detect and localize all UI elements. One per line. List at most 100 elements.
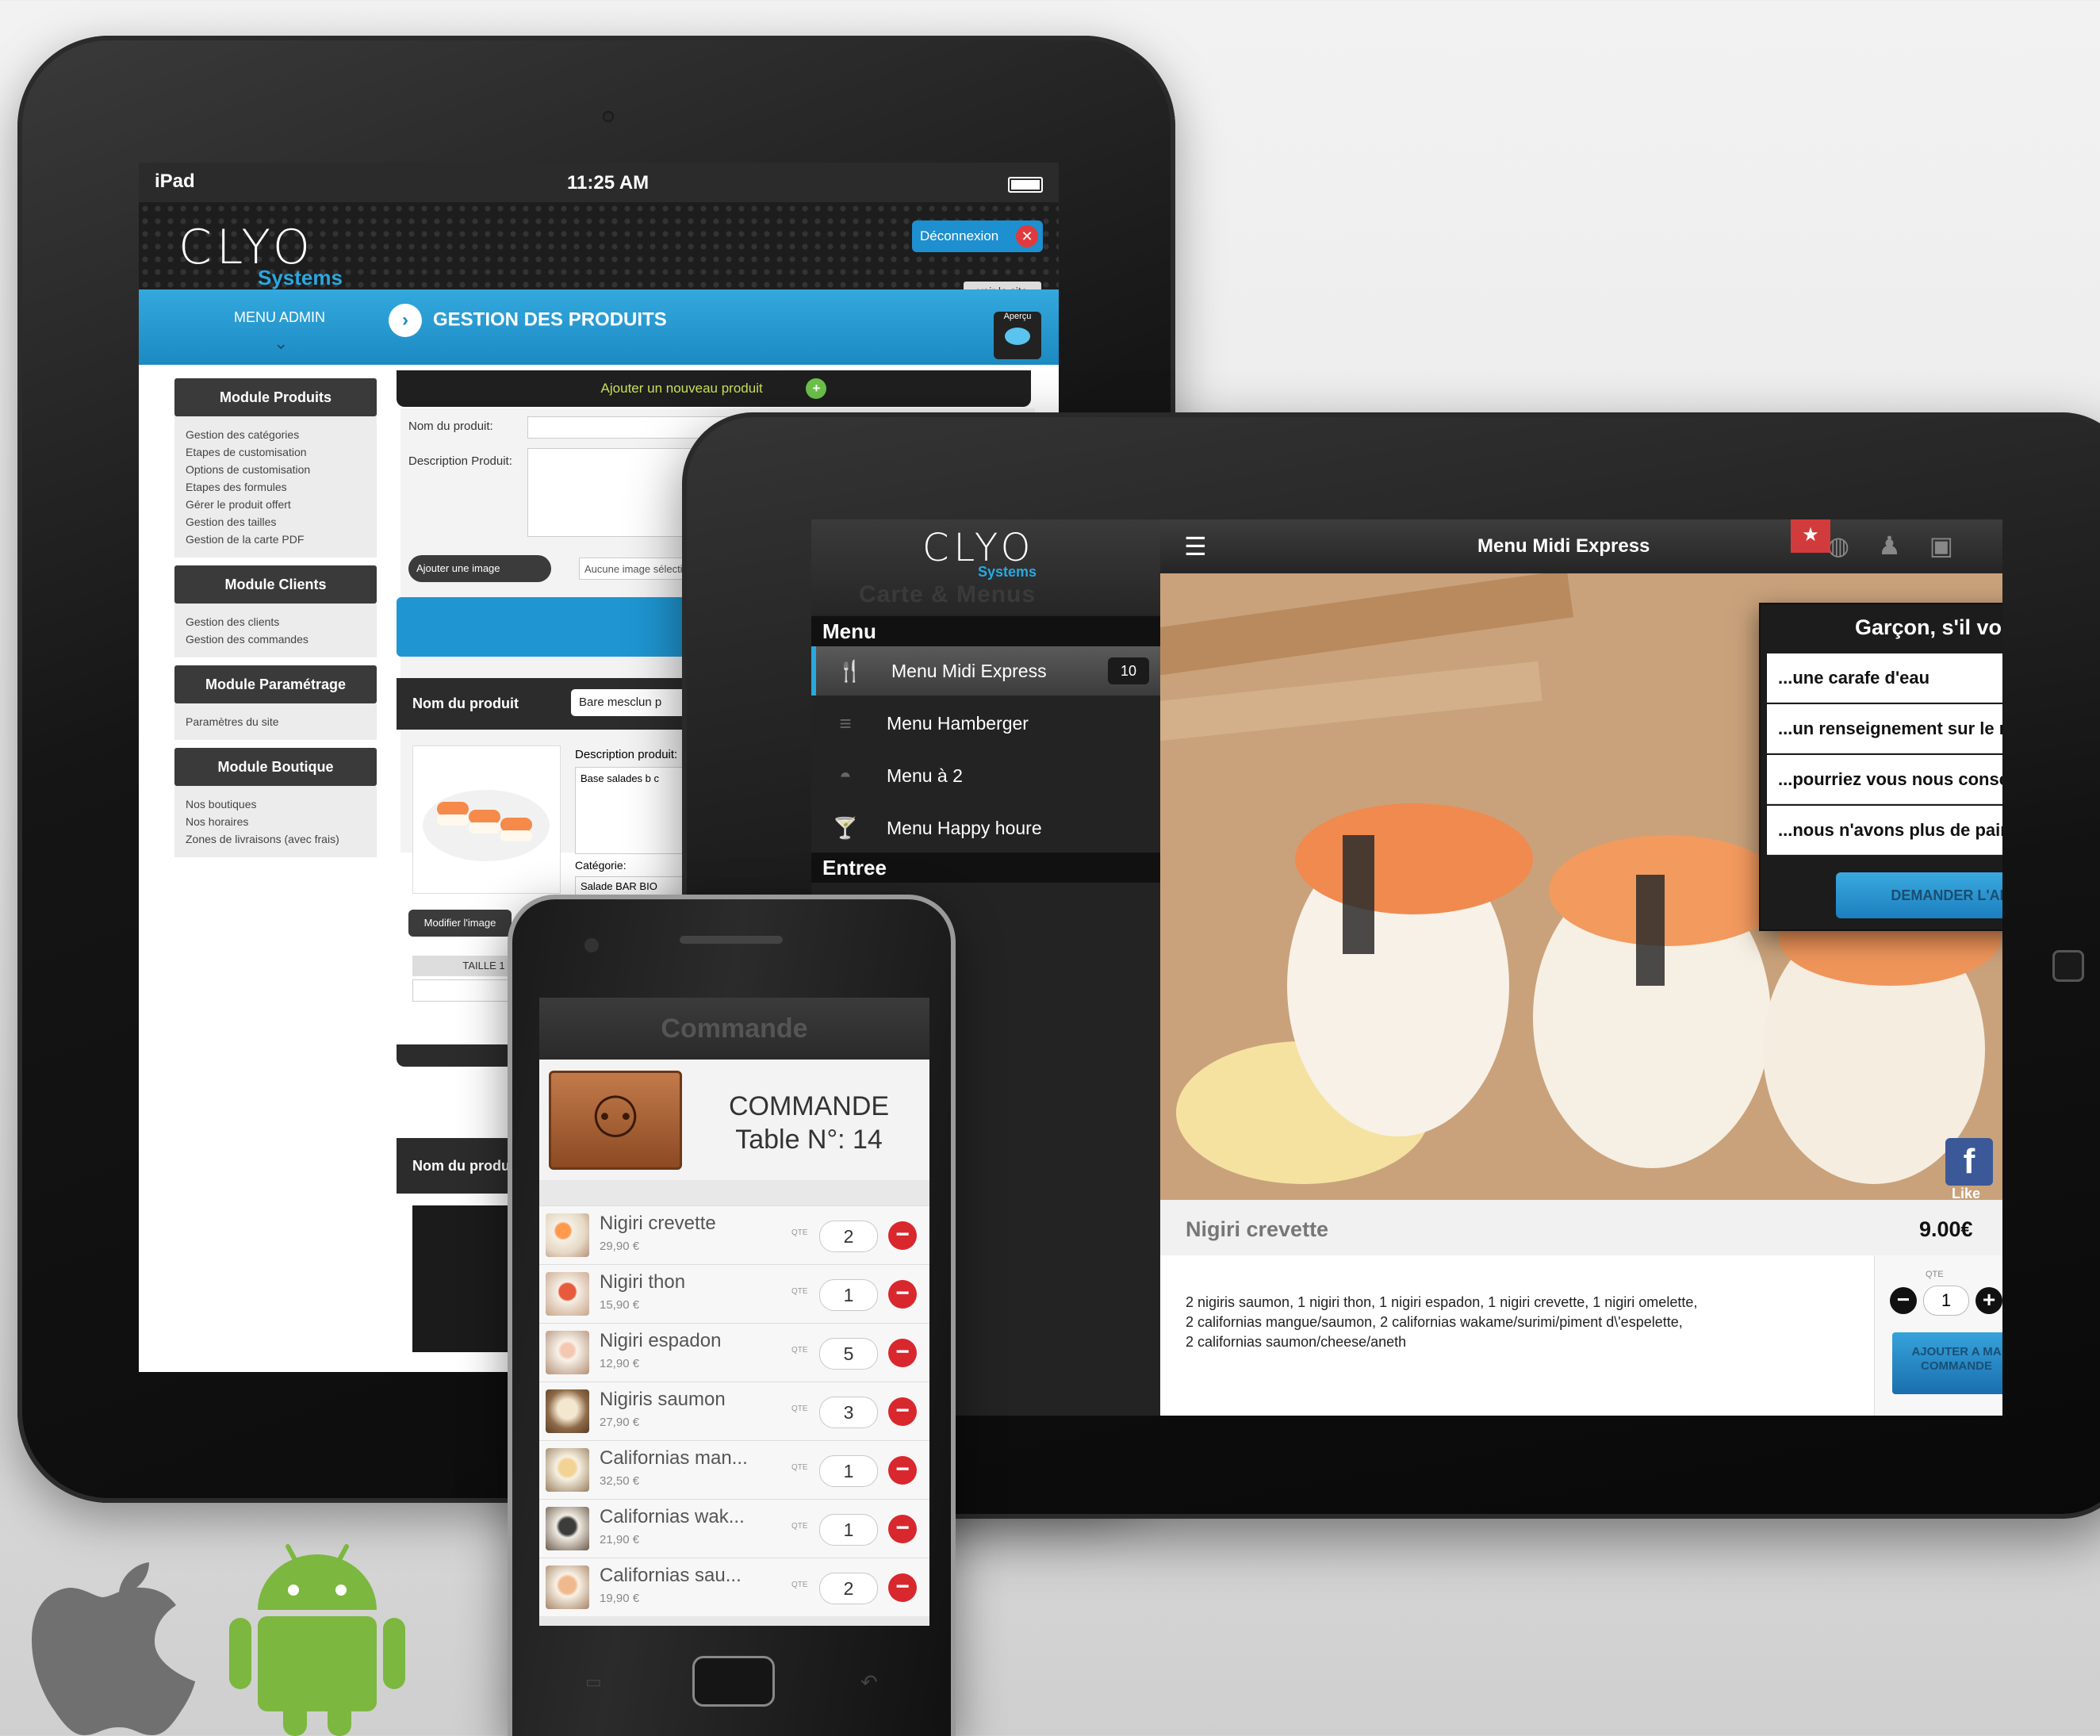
quantity-field[interactable]: 3 xyxy=(819,1397,878,1428)
sidebar-link[interactable]: Etapes des formules xyxy=(186,478,366,496)
menu-item-label: Menu Hamberger xyxy=(887,713,1029,734)
sidebar-link[interactable]: Gestion des catégories xyxy=(186,426,366,443)
quantity-field[interactable]: 1 xyxy=(819,1279,878,1311)
remove-icon[interactable]: − xyxy=(888,1280,917,1309)
qte-label: QTE xyxy=(791,1581,808,1589)
sidebar-item-menu-hamberger[interactable]: ≡ Menu Hamberger xyxy=(811,699,1160,748)
sidebar-link[interactable]: Gérer le produit offert xyxy=(186,496,366,513)
camera-icon xyxy=(584,938,599,952)
add-to-order-button[interactable]: AJOUTER A MA COMMANDE xyxy=(1892,1332,2002,1394)
description-line: 2 californias saumon/cheese/aneth xyxy=(1186,1334,1407,1350)
module-title[interactable]: Module Boutique xyxy=(174,748,377,786)
sidebar-item-menu-a-2[interactable]: ◓ Menu à 2 xyxy=(811,751,1160,800)
logo-subtitle: Systems xyxy=(978,564,1037,580)
module-title[interactable]: Module Paramétrage xyxy=(174,665,377,703)
remove-icon[interactable]: − xyxy=(888,1515,917,1543)
preview-label: Aperçu xyxy=(1003,312,1032,321)
home-button[interactable] xyxy=(692,1656,775,1707)
home-button[interactable] xyxy=(2052,950,2084,982)
menu-item-label: Menu Happy houre xyxy=(887,818,1042,838)
modify-image-button[interactable]: Modifier l'image xyxy=(408,910,512,937)
dish-name: Nigiri thon xyxy=(600,1271,686,1293)
add-product-button[interactable]: Ajouter un nouveau produit + xyxy=(397,370,1031,407)
remove-icon[interactable]: − xyxy=(888,1221,917,1250)
dish-thumbnail xyxy=(546,1331,589,1374)
menu-item-label: Menu à 2 xyxy=(887,765,963,786)
qte-label: QTE xyxy=(791,1287,808,1296)
add-image-button[interactable]: Ajouter une image xyxy=(408,555,551,582)
remove-icon[interactable]: − xyxy=(888,1456,917,1485)
card-name-input[interactable]: Bare mesclun p xyxy=(571,689,690,716)
quantity-field[interactable]: 5 xyxy=(819,1338,878,1370)
list-item: Californias wak... 21,90 € QTE 1 − xyxy=(539,1499,929,1558)
order-title: COMMANDE xyxy=(728,1091,890,1121)
list-item: Californias man... 32,50 € QTE 1 − xyxy=(539,1440,929,1499)
waiter-option[interactable]: ...nous n'avons plus de pain à table. xyxy=(1767,806,2002,855)
logout-button[interactable]: Déconnexion ✕ xyxy=(912,220,1043,252)
waiter-option[interactable]: ...une carafe d'eau xyxy=(1767,653,2002,703)
sidebar-link[interactable]: Paramètres du site xyxy=(186,713,366,730)
waiter-option[interactable]: ...pourriez vous nous conseillez ? xyxy=(1767,755,2002,804)
quantity-field[interactable]: 2 xyxy=(819,1573,878,1604)
dish-price: 19,90 € xyxy=(600,1592,640,1605)
quantity-field[interactable]: 1 xyxy=(819,1455,878,1487)
sidebar-link[interactable]: Gestion des clients xyxy=(186,613,366,630)
logo-subtitle: Systems xyxy=(258,266,343,289)
dish-thumbnail xyxy=(546,1565,589,1609)
cart-icon[interactable]: ▣ xyxy=(1929,531,1982,560)
dish-name: Nigiri espadon xyxy=(600,1330,722,1351)
status-bar: iPad 11:25 AM xyxy=(139,163,1059,202)
sidebar-link[interactable]: Nos boutiques xyxy=(186,795,366,813)
logout-label: Déconnexion xyxy=(920,228,999,243)
module-title[interactable]: Module Produits xyxy=(174,378,377,416)
sidebar-item-menu-happy-houre[interactable]: 🍸 Menu Happy houre xyxy=(811,803,1160,853)
quantity-stepper[interactable]: 1 xyxy=(1923,1286,1969,1316)
minus-icon[interactable]: − xyxy=(1890,1287,1917,1314)
back-icon[interactable]: ↶ xyxy=(860,1670,878,1695)
quantity-field[interactable]: 2 xyxy=(819,1221,878,1252)
card-name-label: Nom du produ xyxy=(412,1158,510,1174)
module-produits: Module Produits Gestion des catégories E… xyxy=(174,378,377,558)
sidebar-link[interactable]: Gestion des tailles xyxy=(186,513,366,531)
request-bill-button[interactable]: DEMANDER L'ADDITION xyxy=(1836,872,2002,918)
sidebar-item-menu-midi-express[interactable]: 🍴 Menu Midi Express 10 xyxy=(811,646,1160,696)
hamburger-icon[interactable]: ☰ xyxy=(1184,534,1207,559)
favorite-star-icon[interactable]: ★ xyxy=(1791,519,1830,553)
dish-name: Californias man... xyxy=(600,1447,748,1469)
cutlery-icon: 🍴 xyxy=(837,659,864,683)
waiter-option[interactable]: ...un renseignement sur le menu du jour. xyxy=(1767,704,2002,753)
waiter-icon[interactable]: ♟ xyxy=(1878,531,1929,560)
globe-icon[interactable]: ◍ xyxy=(1827,531,1878,560)
plus-icon[interactable]: + xyxy=(1975,1287,2002,1314)
sidebar-header: CLYO Systems Carte & Menus xyxy=(811,519,1160,615)
client-screen: CLYO Systems Carte & Menus Menu 🍴 Menu M… xyxy=(811,519,2002,1416)
quantity-field[interactable]: 1 xyxy=(819,1514,878,1546)
module-boutique: Module Boutique Nos boutiques Nos horair… xyxy=(174,748,377,857)
dish-name: Californias wak... xyxy=(600,1506,745,1527)
table-number: Table N°: 14 xyxy=(735,1125,883,1155)
list-item: Californias sau... 19,90 € QTE 2 − xyxy=(539,1558,929,1616)
sidebar-link[interactable]: Gestion des commandes xyxy=(186,630,366,648)
sidebar-link[interactable]: Etapes de customisation xyxy=(186,443,366,461)
chevron-down-icon[interactable]: ⌄ xyxy=(274,333,288,354)
sidebar-link[interactable]: Options de customisation xyxy=(186,461,366,478)
sidebar-link[interactable]: Nos horaires xyxy=(186,813,366,830)
module-title[interactable]: Module Clients xyxy=(174,565,377,604)
clock: 11:25 AM xyxy=(567,172,650,194)
list-item: Nigiri thon 15,90 € QTE 1 − xyxy=(539,1264,929,1323)
menu-admin-toggle[interactable]: MENU ADMIN xyxy=(234,309,325,326)
remove-icon[interactable]: − xyxy=(888,1573,917,1602)
module-links: Nos boutiques Nos horaires Zones de livr… xyxy=(174,786,377,857)
module-clients: Module Clients Gestion des clients Gesti… xyxy=(174,565,377,657)
menu-icon[interactable]: ▭ xyxy=(585,1672,602,1692)
remove-icon[interactable]: − xyxy=(888,1339,917,1367)
card-category-select[interactable]: Salade BAR BIO xyxy=(575,876,694,895)
sidebar-link[interactable]: Gestion de la carte PDF xyxy=(186,531,366,548)
facebook-icon[interactable]: f xyxy=(1945,1138,1993,1186)
qte-label: QTE xyxy=(1926,1270,1944,1279)
sidebar-link[interactable]: Zones de livraisons (avec frais) xyxy=(186,830,366,848)
preview-button[interactable]: Aperçu xyxy=(994,312,1041,359)
remove-icon[interactable]: − xyxy=(888,1397,917,1426)
dish-name: Nigiri crevette xyxy=(600,1213,716,1234)
dish-price: 12,90 € xyxy=(600,1357,640,1370)
